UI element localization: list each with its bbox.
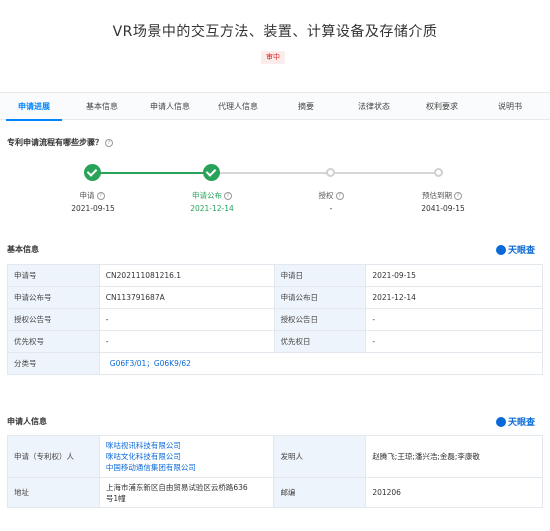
- table-row: 申请（专利权）人 咪咕视讯科技有限公司 咪咕文化科技有限公司 中国移动通信集团有…: [7, 435, 543, 478]
- help-icon[interactable]: ?: [96, 192, 105, 200]
- value-publication-date: 2021-12-14: [365, 286, 543, 309]
- label-publication-date: 申请公布日: [273, 286, 367, 309]
- applicant-link-1[interactable]: 咪咕文化科技有限公司: [106, 451, 268, 462]
- applicant-info-table: 申请（专利权）人 咪咕视讯科技有限公司 咪咕文化科技有限公司 中国移动通信集团有…: [7, 435, 543, 508]
- value-grant-date: -: [365, 308, 543, 331]
- label-publication-no: 申请公布号: [7, 286, 100, 309]
- table-row: 授权公告号 - 授权公告日 -: [7, 308, 543, 331]
- value-application-no: CN202111081216.1: [98, 264, 275, 287]
- progress-heading-text: 专利申请流程有哪些步骤？: [7, 138, 103, 147]
- value-applicants: 咪咕视讯科技有限公司 咪咕文化科技有限公司 中国移动通信集团有限公司: [98, 435, 275, 478]
- help-icon[interactable]: ?: [105, 138, 113, 147]
- applicant-link-2[interactable]: 中国移动通信集团有限公司: [106, 462, 268, 473]
- step-filed-check-icon: [84, 164, 101, 181]
- step-granted-date: -: [329, 204, 333, 213]
- table-row: 优先权号 - 优先权日 -: [7, 330, 543, 353]
- basic-info-heading: 基本信息: [7, 245, 39, 254]
- applicant-info-heading: 申请人信息: [7, 417, 47, 426]
- tab-description[interactable]: 说明书: [476, 93, 544, 120]
- basic-info-table: 申请号 CN202111081216.1 申请日 2021-09-15 申请公布…: [7, 264, 544, 375]
- tab-legal-status[interactable]: 法律状态: [340, 93, 408, 120]
- step-expiry-dot-icon: [434, 168, 443, 177]
- header: VR场景中的交互方法、装置、计算设备及存储介质 审中: [0, 0, 550, 80]
- step-published-date: 2021-12-14: [190, 204, 234, 213]
- label-applicant: 申请（专利权）人: [7, 435, 100, 478]
- step-granted-dot-icon: [326, 168, 335, 177]
- value-inventors: 赵腾飞;王琼;潘兴浩;金磊;李康敬: [365, 435, 543, 478]
- label-classification: 分类号: [7, 352, 100, 375]
- table-row: 申请公布号 CN113791687A 申请公布日 2021-12-14: [7, 286, 543, 309]
- tab-bar: 申请进展 基本信息 申请人信息 代理人信息 摘要 法律状态 权利要求 说明书: [0, 92, 550, 121]
- address-line-1: 上海市浦东新区自由贸易试验区云桥路636: [105, 482, 248, 492]
- status-badge: 审中: [261, 51, 285, 64]
- table-row: 申请号 CN202111081216.1 申请日 2021-09-15: [7, 264, 543, 287]
- step-granted-label: 授权?: [286, 190, 376, 201]
- value-publication-no: CN113791687A: [98, 286, 275, 309]
- value-grant-no: -: [98, 308, 275, 331]
- label-application-date: 申请日: [273, 264, 367, 287]
- label-grant-date: 授权公告日: [273, 308, 367, 331]
- table-row: 分类号 G06F3/01；G06K9/62: [7, 352, 544, 375]
- tianyancha-logo-icon: [496, 416, 506, 427]
- step-expiry-date: 2041-09-15: [421, 204, 465, 213]
- tianyancha-logo-icon: [496, 244, 506, 255]
- label-priority-date: 优先权日: [273, 330, 367, 353]
- classification-link-1[interactable]: G06K9/62: [154, 359, 191, 368]
- value-zip: 201206: [365, 477, 543, 508]
- table-row: 地址 上海市浦东新区自由贸易试验区云桥路636 号1幢 邮编 201206: [7, 477, 543, 508]
- tab-abstract[interactable]: 摘要: [272, 93, 340, 120]
- tab-applicant-info[interactable]: 申请人信息: [136, 93, 204, 120]
- step-filed-label: 申请?: [47, 190, 137, 201]
- help-icon[interactable]: ?: [454, 192, 462, 200]
- classification-separator: ；: [146, 359, 154, 368]
- step-published-check-icon: [203, 164, 220, 181]
- value-priority-no: -: [98, 330, 275, 353]
- progress-timeline: 申请? 申请公布? 授权? 预估到期? 2021-09-15 2021-12-1…: [0, 160, 550, 220]
- label-application-no: 申请号: [7, 264, 100, 287]
- applicant-link-0[interactable]: 咪咕视讯科技有限公司: [106, 440, 268, 451]
- step-expiry-label: 预估到期?: [397, 190, 487, 201]
- label-address: 地址: [7, 477, 100, 508]
- label-grant-no: 授权公告号: [7, 308, 100, 331]
- value-classification: G06F3/01；G06K9/62: [98, 352, 544, 375]
- classification-link-0[interactable]: G06F3/01: [110, 359, 147, 368]
- step-published-label: 申请公布?: [167, 190, 257, 201]
- label-inventor: 发明人: [273, 435, 367, 478]
- tab-claims[interactable]: 权利要求: [408, 93, 476, 120]
- timeline-segment-done: [100, 172, 210, 174]
- page-title: VR场景中的交互方法、装置、计算设备及存储介质: [112, 24, 438, 40]
- tab-agent-info[interactable]: 代理人信息: [204, 93, 272, 120]
- tab-basic-info[interactable]: 基本信息: [68, 93, 136, 120]
- tianyancha-logo[interactable]: 天眼查: [496, 415, 535, 428]
- tab-progress[interactable]: 申请进展: [0, 93, 68, 121]
- help-icon[interactable]: ?: [224, 192, 232, 200]
- value-priority-date: -: [365, 330, 543, 353]
- label-priority-no: 优先权号: [7, 330, 100, 353]
- step-filed-date: 2021-09-15: [71, 204, 115, 213]
- help-icon[interactable]: ?: [335, 192, 344, 200]
- progress-heading: 专利申请流程有哪些步骤？?: [7, 137, 113, 148]
- address-line-2: 号1幢: [105, 493, 126, 503]
- value-address: 上海市浦东新区自由贸易试验区云桥路636 号1幢: [98, 477, 275, 508]
- value-application-date: 2021-09-15: [365, 264, 543, 287]
- tianyancha-logo[interactable]: 天眼查: [496, 243, 535, 256]
- label-zip: 邮编: [273, 477, 367, 508]
